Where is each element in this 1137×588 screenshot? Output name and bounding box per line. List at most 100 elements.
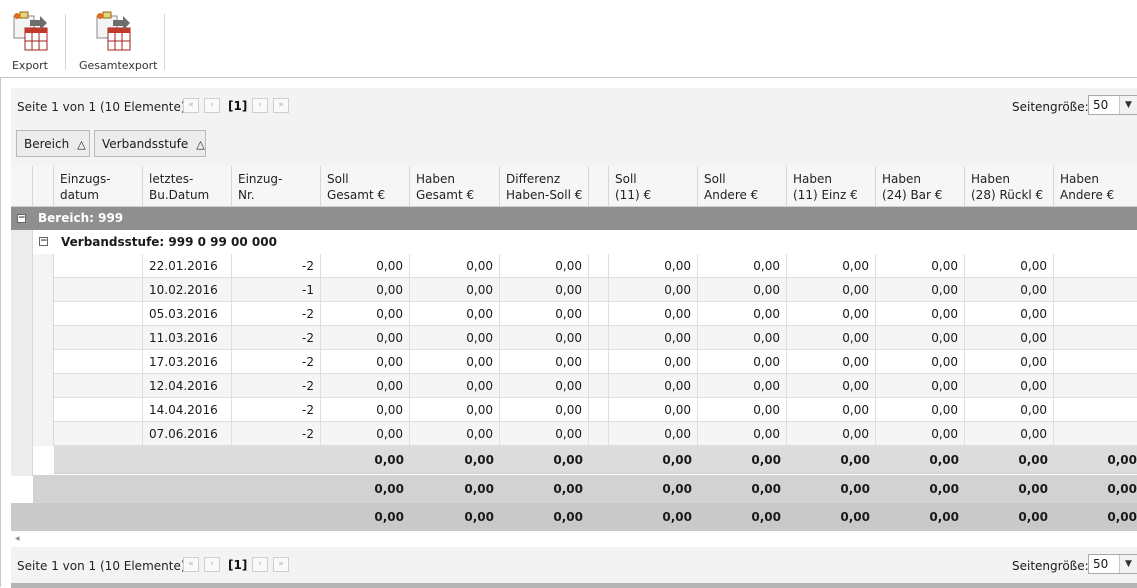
- header-line2: Andere €: [1060, 188, 1115, 202]
- cell-einzug-nr: -2: [232, 350, 321, 374]
- chevron-down-icon[interactable]: ▼: [1119, 555, 1137, 573]
- page-size-select[interactable]: 50 ▼: [1088, 95, 1137, 115]
- group-label: Bereich: 999: [38, 211, 124, 225]
- first-page-icon[interactable]: «: [183, 98, 199, 113]
- header-line1: Soll: [327, 172, 349, 186]
- cell-einzug-nr: -2: [232, 374, 321, 398]
- cell-spacer: [589, 278, 609, 302]
- summary-value: 0,00: [840, 453, 870, 467]
- page-size-select[interactable]: 50 ▼: [1088, 554, 1137, 574]
- header-einzugsdatum[interactable]: Einzugs-datum: [54, 166, 143, 207]
- cell-soll-11: 0,00: [609, 326, 698, 350]
- next-page-icon[interactable]: ›: [252, 98, 268, 113]
- table-row[interactable]: 05.03.2016 -2 0,00 0,00 0,00 0,00 0,00 0,00 0,00…: [11, 302, 1137, 326]
- header-line2: Gesamt €: [416, 188, 475, 202]
- cell-soll-gesamt: 0,00: [321, 254, 410, 278]
- cell-haben-24: 0,00: [876, 374, 965, 398]
- cell-bu-datum: 22.01.2016: [143, 254, 232, 278]
- table-row[interactable]: 10.02.2016 -1 0,00 0,00 0,00 0,00 0,00 0,00 0,00…: [11, 278, 1137, 302]
- last-page-icon[interactable]: »: [273, 557, 289, 572]
- cell-haben-11: 0,00: [787, 302, 876, 326]
- cell-soll-11: 0,00: [609, 374, 698, 398]
- cell-soll-andere: 0,00: [698, 254, 787, 278]
- cell-haben-andere: [1054, 350, 1137, 374]
- cell-haben-24: 0,00: [876, 422, 965, 446]
- horizontal-scrollbar[interactable]: ◂: [11, 532, 1137, 547]
- cell-einzugsdatum: [54, 374, 143, 398]
- header-bu-datum[interactable]: letztes- Bu.Datum: [143, 166, 232, 207]
- cell-haben-gesamt: 0,00: [410, 326, 500, 350]
- header-soll-11[interactable]: Soll (11) €: [609, 166, 698, 207]
- group-chip-label: Bereich: [24, 137, 70, 151]
- summary-value: 0,00: [374, 453, 404, 467]
- data-grid: Seite 1 von 1 (10 Elemente) « ‹ [1] › » …: [0, 77, 1137, 588]
- gesamtexport-button[interactable]: Gesamtexport: [79, 8, 157, 74]
- table-row[interactable]: 12.04.2016 -2 0,00 0,00 0,00 0,00 0,00 0,00 0,00…: [11, 374, 1137, 398]
- cell-haben-andere: [1054, 278, 1137, 302]
- chevron-down-icon[interactable]: ▼: [1119, 96, 1137, 114]
- export-button[interactable]: Export: [8, 8, 52, 74]
- cell-soll-gesamt: 0,00: [321, 398, 410, 422]
- table-row[interactable]: 07.06.2016 -2 0,00 0,00 0,00 0,00 0,00 0,00 0,00…: [11, 422, 1137, 446]
- header-spacer: [589, 166, 609, 207]
- prev-page-icon[interactable]: ‹: [204, 557, 220, 572]
- cell-soll-11: 0,00: [609, 302, 698, 326]
- table-row[interactable]: 11.03.2016 -2 0,00 0,00 0,00 0,00 0,00 0,00 0,00…: [11, 326, 1137, 350]
- summary-value: 0,00: [464, 510, 494, 524]
- cell-haben-28: 0,00: [965, 398, 1054, 422]
- cell-differenz: 0,00: [500, 374, 589, 398]
- scroll-left-icon[interactable]: ◂: [15, 534, 20, 544]
- cell-haben-24: 0,00: [876, 398, 965, 422]
- current-page[interactable]: [1]: [228, 99, 247, 113]
- last-page-icon[interactable]: »: [273, 98, 289, 113]
- grid-bottom-border: [11, 583, 1137, 588]
- group-row-verbandsstufe[interactable]: − Verbandsstufe: 999 0 99 00 000: [33, 230, 1137, 254]
- summary-row-bereich: 0,00 0,00 0,00 0,00 0,00 0,00 0,00 0,00 0,00: [33, 475, 1137, 503]
- cell-haben-11: 0,00: [787, 350, 876, 374]
- first-page-icon[interactable]: «: [183, 557, 199, 572]
- cell-spacer: [589, 422, 609, 446]
- pager-info: Seite 1 von 1 (10 Elemente): [17, 100, 186, 114]
- gesamtexport-icon: [96, 11, 131, 51]
- current-page[interactable]: [1]: [228, 558, 247, 572]
- summary-value: 0,00: [662, 510, 692, 524]
- header-haben-gesamt[interactable]: Haben Gesamt €: [410, 166, 500, 207]
- page-size-value: 50: [1093, 98, 1109, 112]
- table-row[interactable]: 22.01.2016 -2 0,00 0,00 0,00 0,00 0,00 0,00 0,00…: [11, 254, 1137, 278]
- next-page-icon[interactable]: ›: [252, 557, 268, 572]
- header-haben-andere[interactable]: Haben Andere €: [1054, 166, 1137, 207]
- cell-einzugsdatum: [54, 422, 143, 446]
- cell-bu-datum: 11.03.2016: [143, 326, 232, 350]
- cell-einzugsdatum: [54, 350, 143, 374]
- collapse-icon[interactable]: −: [17, 214, 26, 223]
- summary-value: 0,00: [751, 510, 781, 524]
- header-soll-andere[interactable]: Soll Andere €: [698, 166, 787, 207]
- prev-page-icon[interactable]: ‹: [204, 98, 220, 113]
- header-haben-24[interactable]: Haben (24) Bar €: [876, 166, 965, 207]
- collapse-icon[interactable]: −: [39, 237, 48, 246]
- cell-spacer: [589, 398, 609, 422]
- cell-soll-gesamt: 0,00: [321, 374, 410, 398]
- group-row-bereich[interactable]: − Bereich: 999: [11, 207, 1137, 230]
- header-haben-28[interactable]: Haben (28) Rückl €: [965, 166, 1054, 207]
- cell-einzugsdatum: [54, 302, 143, 326]
- header-einzug-nr[interactable]: Einzug- Nr.: [232, 166, 321, 207]
- group-chip-verbandsstufe[interactable]: Verbandsstufe △: [94, 130, 206, 157]
- summary-value: 0,00: [1107, 482, 1137, 496]
- group-chip-bereich[interactable]: Bereich △: [16, 130, 90, 157]
- cell-differenz: 0,00: [500, 254, 589, 278]
- header-line2: (28) Rückl €: [971, 188, 1044, 202]
- cell-bu-datum: 12.04.2016: [143, 374, 232, 398]
- page-size-label: Seitengröße:: [1012, 100, 1089, 114]
- toolbar: Export Gesamtexport: [0, 0, 1137, 78]
- cell-soll-andere: 0,00: [698, 398, 787, 422]
- header-haben-11[interactable]: Haben (11) Einz €: [787, 166, 876, 207]
- summary-value: 0,00: [1018, 510, 1048, 524]
- cell-haben-24: 0,00: [876, 302, 965, 326]
- table-row[interactable]: 17.03.2016 -2 0,00 0,00 0,00 0,00 0,00 0,00 0,00…: [11, 350, 1137, 374]
- summary-value: 0,00: [662, 482, 692, 496]
- header-differenz[interactable]: Differenz Haben-Soll €: [500, 166, 589, 207]
- table-row[interactable]: 14.04.2016 -2 0,00 0,00 0,00 0,00 0,00 0,00 0,00…: [11, 398, 1137, 422]
- group-panel: Bereich △ Verbandsstufe △: [11, 126, 1137, 166]
- header-soll-gesamt[interactable]: Soll Gesamt €: [321, 166, 410, 207]
